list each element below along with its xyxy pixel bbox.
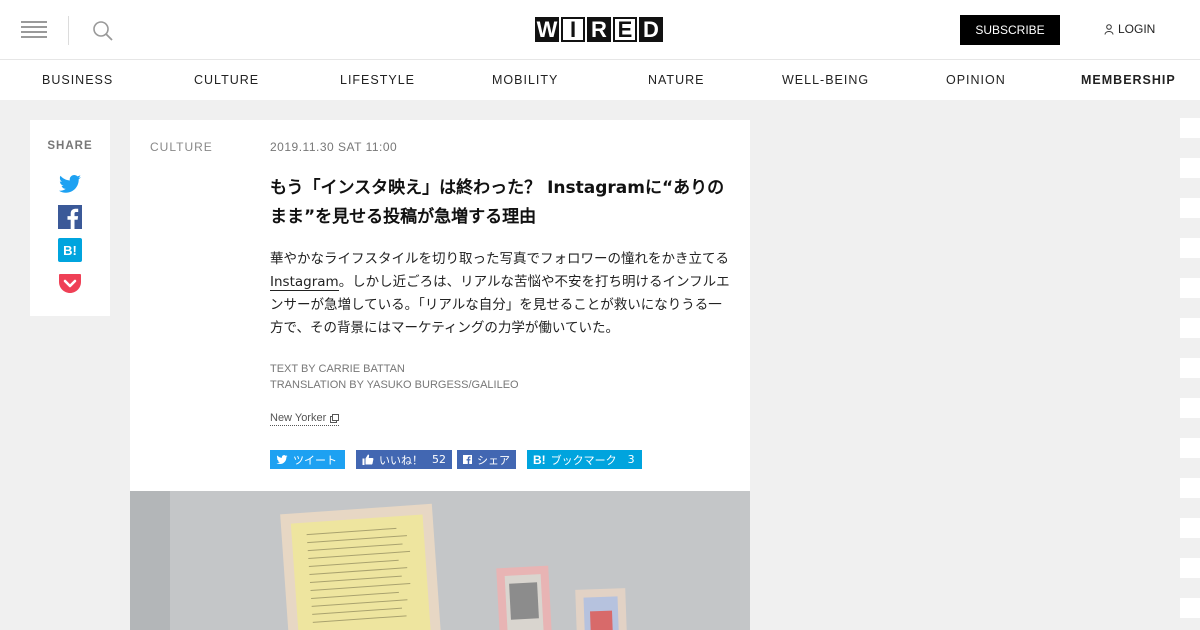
article-headline: もう「インスタ映え」は終わった？ Instagramに“ありの まま”を見せる投…: [270, 174, 740, 232]
article-card: CULTURE 2019.11.30 SAT 11:00 もう「インスタ映え」は…: [130, 120, 750, 491]
lede-text-before: 華やかなライフスタイルを切り取った写真でフォロワーの憧れをかき立てる: [270, 251, 729, 267]
facebook-icon[interactable]: [58, 205, 82, 229]
top-bar: W I R E D SUBSCRIBE LOGIN: [0, 0, 1200, 60]
share-sidebar: SHARE B!: [30, 120, 110, 316]
publish-date: 2019.11.30 SAT 11:00: [270, 140, 398, 154]
instagram-link[interactable]: Instagram: [270, 274, 339, 291]
external-link-icon: [330, 413, 340, 423]
gallery-wall-photo: [130, 491, 750, 630]
hatena-count: 3: [627, 453, 635, 466]
twitter-icon[interactable]: [58, 172, 82, 196]
nav-item-opinion[interactable]: OPINION: [946, 73, 1006, 87]
nav-item-business[interactable]: BUSINESS: [42, 73, 113, 87]
nav-item-nature[interactable]: NATURE: [648, 73, 704, 87]
hatena-label: ブックマーク: [550, 453, 617, 467]
thumbs-up-icon: [362, 454, 374, 465]
pocket-icon[interactable]: [58, 271, 82, 295]
headline-line-2: まま”を見せる投稿が急増する理由: [270, 207, 537, 227]
tweet-button[interactable]: ツイート: [270, 450, 345, 469]
like-label: いいね！: [379, 453, 423, 467]
like-count: 52: [432, 453, 446, 466]
nav-item-culture[interactable]: CULTURE: [194, 73, 259, 87]
translation-credit: TRANSLATION BY YASUKO BURGESS/GALILEO: [270, 379, 519, 391]
hero-image: [130, 491, 750, 630]
headline-line-1: もう「インスタ映え」は終わった？ Instagramに“ありの: [270, 178, 725, 198]
logo-letter: R: [587, 17, 611, 42]
article-lede: 華やかなライフスタイルを切り取った写真でフォロワーの憧れをかき立てる Instag…: [270, 248, 730, 340]
wired-logo[interactable]: W I R E D: [535, 17, 663, 42]
svg-text:B!: B!: [63, 243, 77, 258]
facebook-share-button[interactable]: シェア: [457, 450, 516, 469]
facebook-icon: [463, 455, 472, 464]
hatena-bookmark-icon[interactable]: B!: [58, 238, 82, 262]
author-credit: TEXT BY CARRIE BATTAN: [270, 363, 405, 375]
nav-item-lifestyle[interactable]: LIFESTYLE: [340, 73, 415, 87]
header-divider: [68, 16, 69, 45]
category-nav: BUSINESS CULTURE LIFESTYLE MOBILITY NATU…: [0, 60, 1200, 100]
twitter-icon: [276, 454, 288, 464]
hatena-b-icon: B!: [533, 452, 546, 467]
nav-item-mobility[interactable]: MOBILITY: [492, 73, 558, 87]
user-icon: [1104, 23, 1114, 35]
decorative-stripe: [1180, 118, 1200, 630]
search-icon[interactable]: [92, 20, 114, 42]
nav-item-well-being[interactable]: WELL-BEING: [782, 73, 869, 87]
login-link[interactable]: LOGIN: [1104, 22, 1155, 36]
logo-letter: E: [613, 17, 637, 42]
share-label: SHARE: [47, 140, 93, 152]
hamburger-icon[interactable]: [21, 21, 47, 39]
logo-letter: D: [639, 17, 663, 42]
source-label: New Yorker: [270, 412, 327, 424]
nav-item-membership[interactable]: MEMBERSHIP: [1081, 73, 1176, 87]
hatena-bookmark-button[interactable]: B! ブックマーク 3: [527, 450, 642, 469]
category-tag[interactable]: CULTURE: [150, 140, 213, 154]
like-button[interactable]: いいね！ 52: [356, 450, 452, 469]
logo-letter: W: [535, 17, 559, 42]
subscribe-button[interactable]: SUBSCRIBE: [960, 15, 1060, 45]
lede-text-after: 。しかし近ごろは、リアルな苦悩や不安を打ち明けるインフルエンサーが急増している。…: [270, 274, 730, 336]
source-link[interactable]: New Yorker: [270, 412, 340, 426]
login-label: LOGIN: [1118, 22, 1156, 36]
tweet-label: ツイート: [293, 453, 337, 467]
logo-letter: I: [561, 17, 585, 42]
facebook-share-label: シェア: [477, 453, 510, 467]
